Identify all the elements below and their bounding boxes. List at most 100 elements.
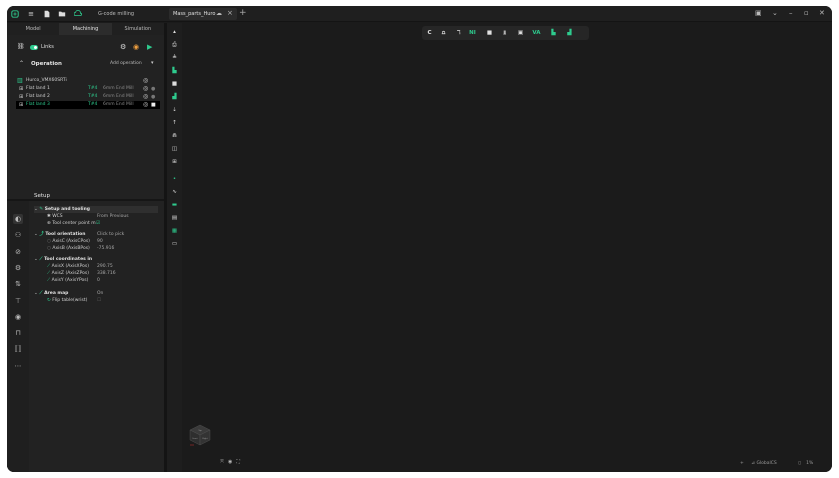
setup-icon[interactable]: ◐ (13, 214, 23, 224)
tab-simulation[interactable]: Simulation (112, 23, 164, 35)
grid-icon[interactable]: ▦ (170, 227, 179, 236)
pattern-icon[interactable]: ⊞ (170, 158, 179, 167)
fit-view-icon[interactable]: ⤧ (220, 459, 224, 465)
dropdown-icon[interactable]: ▾ (151, 60, 154, 66)
prop-value[interactable]: Click to pick (97, 231, 124, 238)
toolbar-va-button[interactable]: VA (532, 29, 541, 37)
run-icon[interactable]: ▶ (147, 43, 152, 51)
tab-machining[interactable]: Machining (59, 23, 112, 35)
app-logo-icon[interactable] (10, 9, 20, 19)
users-icon[interactable]: ⚇ (13, 230, 23, 240)
gcode-icon[interactable]: ⟦⟧ (13, 344, 23, 354)
group-tool-orientation[interactable]: ⌄ ⤴ Tool orientation Click to pick (34, 231, 158, 238)
document-tab[interactable]: Mass_parts_Huro ☁ × (169, 8, 237, 20)
pocket-icon[interactable]: ▟ (170, 93, 179, 102)
checkbox-icon[interactable]: ☐ (97, 297, 101, 304)
tab-model[interactable]: Model (7, 23, 59, 35)
tree-item-op[interactable]: ⊞ Flat land 1 T#4 6mm End Mill ◎ ● (16, 85, 160, 93)
prop-axisb[interactable]: ○ AxisB (AxisBPos) -75.916 (47, 245, 157, 252)
tree-item-op-selected[interactable]: ⊞ Flat land 3 T#4 6mm End Mill ◎ ■ (16, 101, 160, 109)
fixture-tool-icon[interactable]: ⫫ (500, 29, 509, 37)
prop-flip-table[interactable]: ↻ Flip table(wrist) ☐ (47, 297, 157, 304)
prop-value[interactable]: -75.916 (97, 245, 114, 252)
tree-links-icon[interactable]: ⛓ (17, 43, 25, 50)
prop-axisc[interactable]: ○ AxisC (AxisCPos) 90 (47, 238, 157, 245)
print-icon[interactable]: ⎙ (170, 41, 179, 50)
finish-icon[interactable]: ▭ (170, 240, 179, 249)
radio-icon[interactable]: ○ (47, 239, 51, 244)
face-mill-icon[interactable]: ▙ (170, 67, 179, 76)
minimize-button[interactable]: – (789, 9, 793, 17)
tool-icon[interactable]: ⊘ (13, 247, 23, 257)
bars-icon[interactable]: ▟ (565, 29, 574, 37)
group-tool-coordinates[interactable]: ⌄ ⟋ Tool coordinates in (34, 256, 158, 263)
fixture-icon[interactable]: ⊓ (13, 328, 23, 338)
close-tab-icon[interactable]: × (227, 9, 233, 17)
stack-icon[interactable]: ≜ (170, 54, 179, 63)
camera-icon[interactable]: ⛶ (236, 459, 240, 465)
checkbox-icon[interactable]: ☑ (96, 220, 100, 227)
menu-icon[interactable]: ≡ (26, 9, 36, 19)
prop-value[interactable]: From Previous (97, 213, 129, 220)
layers-icon[interactable]: ▤ (170, 214, 179, 223)
prop-value[interactable]: On (97, 290, 103, 297)
open-folder-icon[interactable] (57, 9, 67, 19)
dot-icon[interactable]: • (170, 175, 179, 184)
panel-divider[interactable] (7, 199, 164, 201)
maximize-button[interactable]: ▫ (804, 9, 809, 17)
gear-icon[interactable]: ⚙ (120, 43, 126, 51)
radio-icon[interactable]: ○ (47, 246, 51, 251)
display-mode-icon[interactable]: ◉ (228, 459, 232, 465)
block-icon[interactable]: ■ (170, 80, 179, 89)
tree-item-op[interactable]: ⊞ Flat land 2 T#4 6mm End Mill ◎ ● (16, 93, 160, 101)
collapse-icon[interactable]: ▴ (170, 28, 179, 37)
prop-axisx[interactable]: ⟋ AxisX (AxisXPos) 290.75 (47, 263, 157, 270)
coordinate-system[interactable]: GlobalCS (756, 461, 776, 466)
target-icon[interactable]: ◎ (143, 101, 148, 109)
settings-icon[interactable]: ⚙ (13, 263, 23, 273)
project-name[interactable]: G-code milling (98, 11, 134, 17)
group-setup-tooling[interactable]: ⌄ ✎ Setup and tooling (34, 206, 158, 213)
prop-axisy[interactable]: ⟋ AxisY (AxisYPos) 0 (47, 277, 157, 284)
prop-tcp[interactable]: ⊛ Tool center point m ☑ (47, 220, 157, 227)
add-tab-button[interactable]: + (239, 8, 247, 18)
t-slot-icon[interactable]: ℸ (454, 29, 463, 37)
more-icon[interactable]: ⋯ (13, 361, 23, 371)
toolbar-c-button[interactable]: C (425, 29, 434, 37)
prop-value[interactable]: 90 (97, 238, 103, 245)
bore-icon[interactable]: ↑ (170, 119, 179, 128)
links-toggle[interactable] (30, 45, 38, 50)
links-icon[interactable]: ⇅ (13, 279, 23, 289)
cloud-sync-icon[interactable] (73, 9, 83, 19)
prop-wcs[interactable]: ✱ WCS From Previous (47, 213, 157, 220)
tree-item-machine[interactable]: ▥ Hurco_VMX60SRTi ◎ (16, 77, 160, 85)
check-icon[interactable]: ◉ (13, 312, 23, 322)
chevron-down-icon[interactable]: ⌄ (772, 9, 778, 17)
drill-icon[interactable]: ⊤ (13, 296, 23, 306)
toolbar-ni-button[interactable]: NI (468, 29, 477, 37)
chevron-up-icon[interactable]: ⌃ (19, 60, 24, 67)
arch-icon[interactable]: ⋒ (170, 132, 179, 141)
contour-icon[interactable]: ◫ (170, 145, 179, 154)
mill-icon[interactable]: ⩍ (439, 29, 448, 37)
target-icon[interactable]: ◎ (143, 85, 148, 93)
prop-axisz[interactable]: ⟋ AxisZ (AxisZPos) 338.716 (47, 270, 157, 277)
navigation-cube[interactable]: Top Front Right (188, 423, 212, 447)
new-file-icon[interactable] (42, 9, 52, 19)
prop-value[interactable]: 0 (97, 277, 100, 284)
chat-icon[interactable]: ▣ (755, 9, 762, 17)
target-icon[interactable]: ◎ (143, 77, 148, 85)
target-icon[interactable]: ◎ (143, 93, 148, 101)
group-area-map[interactable]: ⌄ ⟋ Area map On (34, 290, 158, 297)
drill-tool-icon[interactable]: ⇣ (170, 106, 179, 115)
square-icon[interactable]: ■ (485, 29, 494, 37)
3d-viewport[interactable]: C ⩍ ℸ NI ■ ⫫ ▣ VA ▙ ▟ Top Front Right ⤧ … (182, 23, 832, 472)
sheet-icon[interactable]: ▣ (516, 29, 525, 37)
wave-icon[interactable]: ∿ (170, 188, 179, 197)
compute-icon[interactable]: ◉ (133, 43, 139, 51)
stock-icon[interactable]: ▙ (549, 29, 558, 37)
add-operation-button[interactable]: Add operation (110, 61, 142, 66)
prop-value[interactable]: 290.75 (97, 263, 113, 270)
surface-icon[interactable]: ▬ (170, 201, 179, 210)
prop-value[interactable]: 338.716 (97, 270, 116, 277)
